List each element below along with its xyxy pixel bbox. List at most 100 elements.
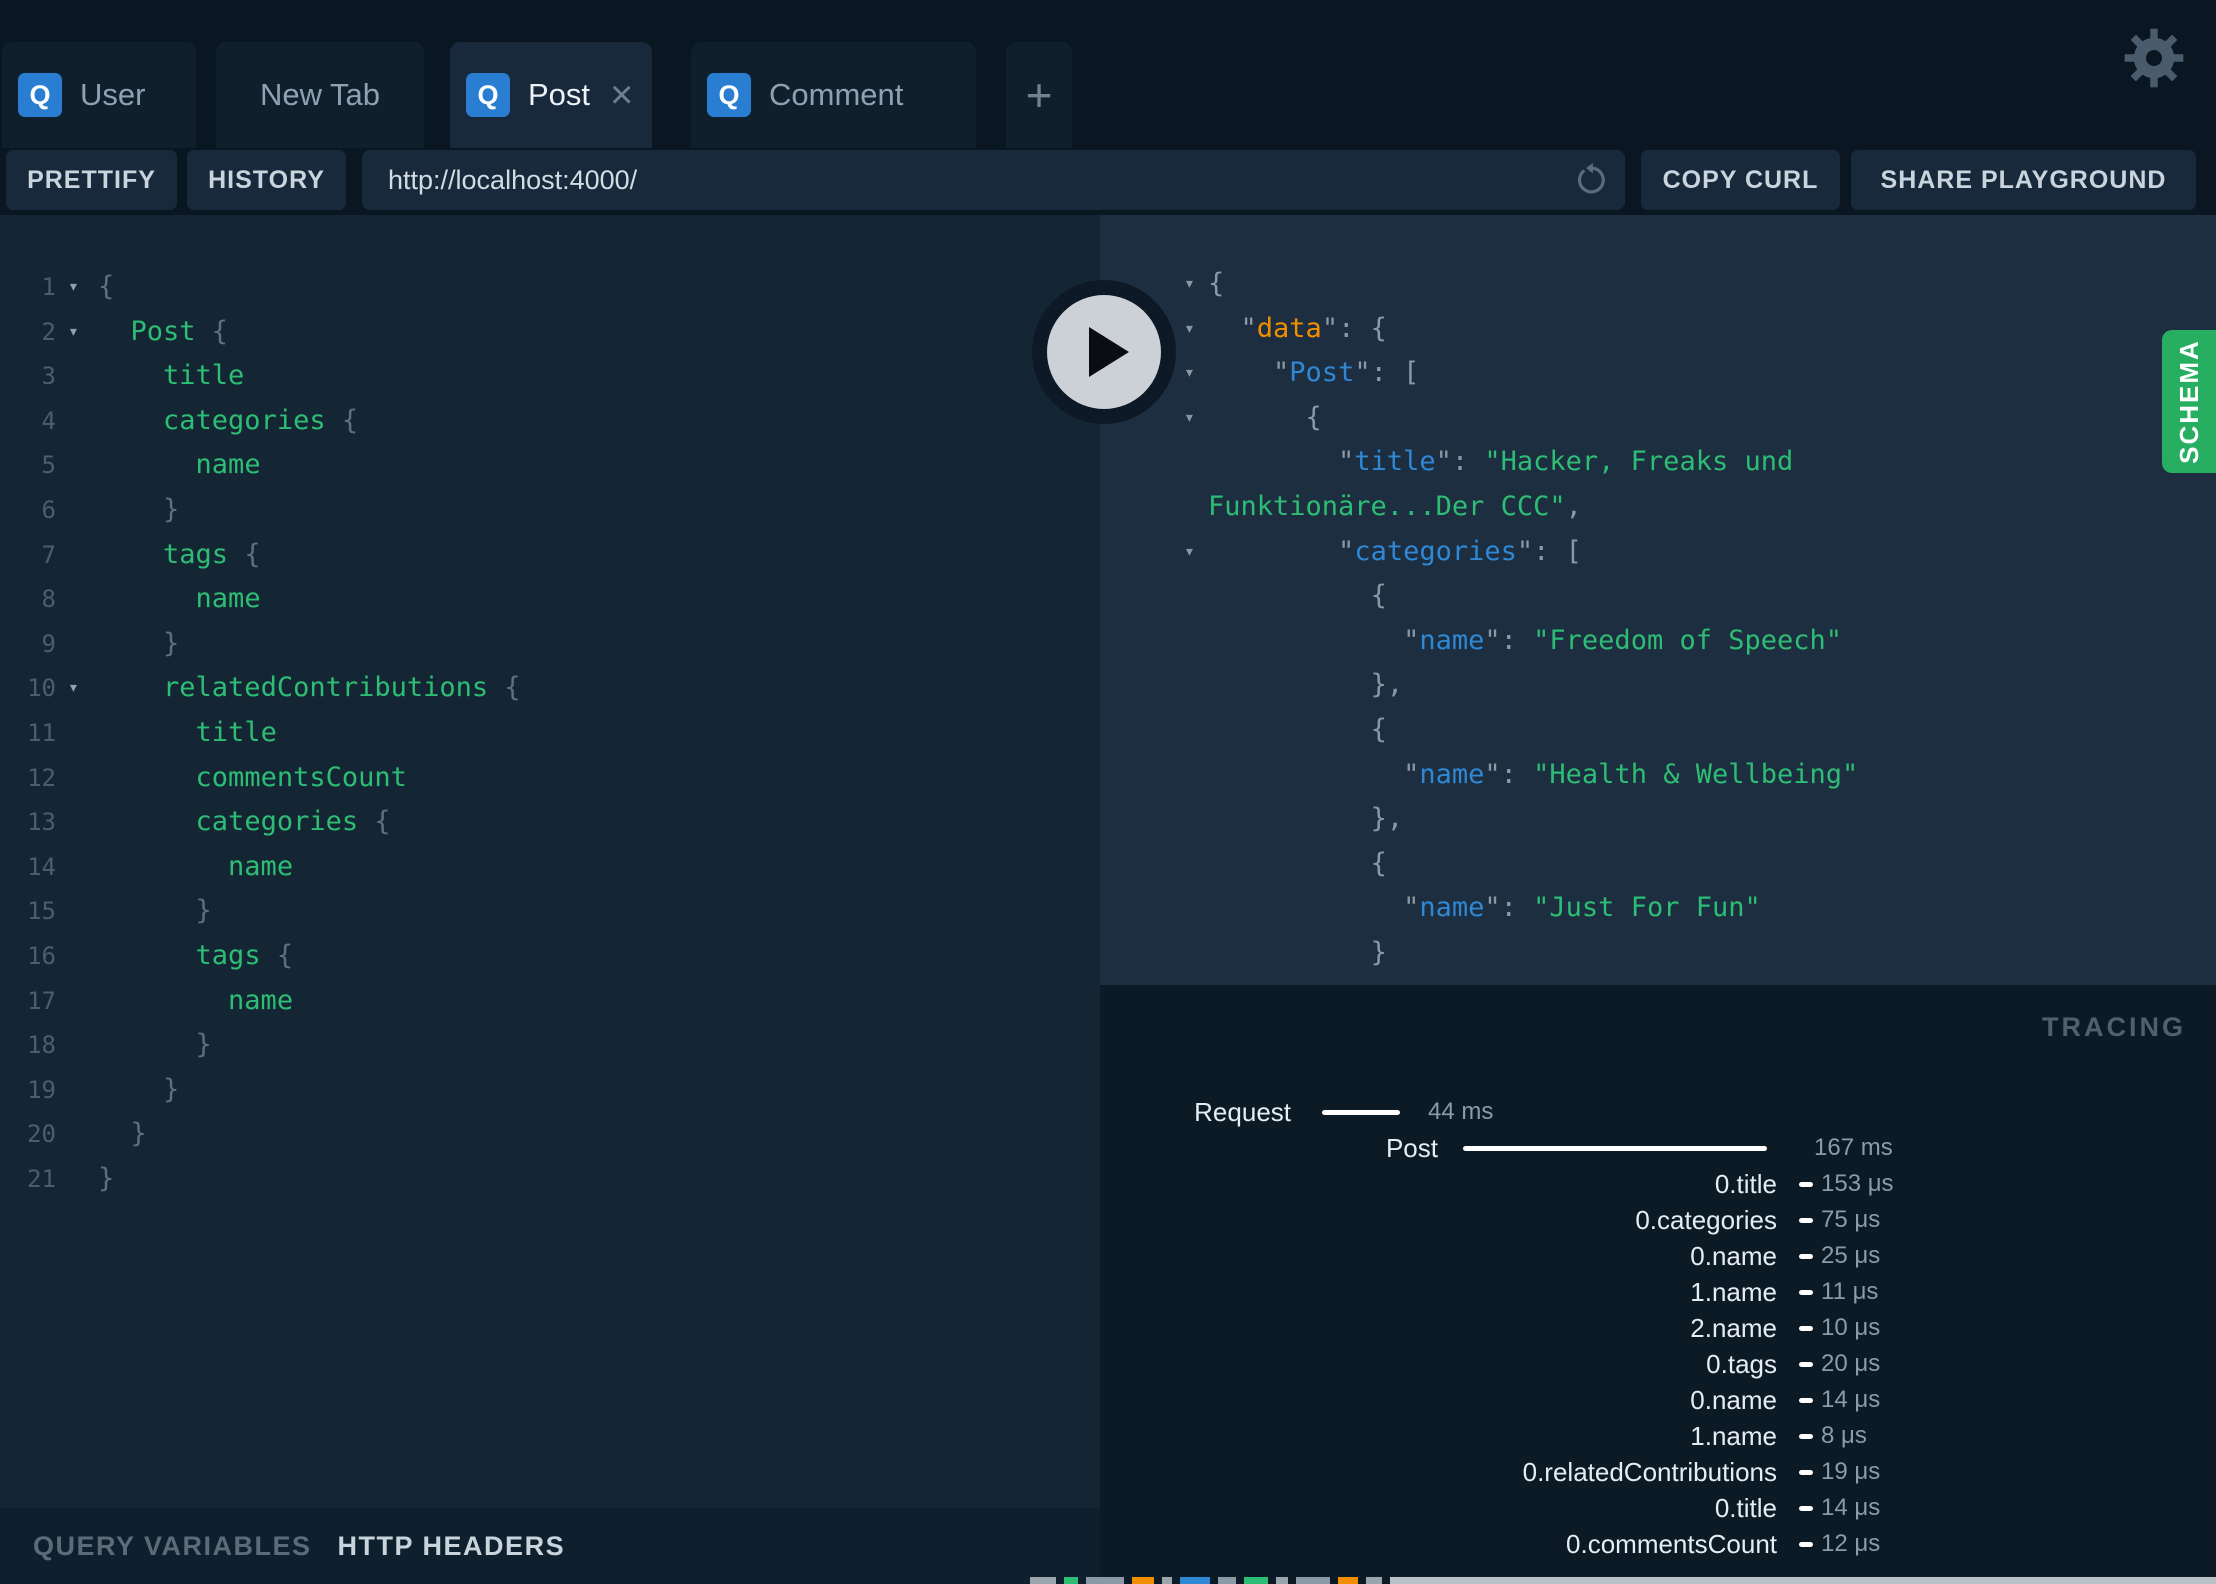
history-button[interactable]: HISTORY xyxy=(187,150,346,210)
fold-arrow-icon[interactable]: ▾ xyxy=(1184,262,1208,307)
tracing-row: 0.tags 20 μs xyxy=(1100,1346,2216,1382)
query-editor-pane[interactable]: 1 ▾{2 ▾ Post {3 title 4 categories {5 name 6… xyxy=(0,215,1100,1508)
editor-line[interactable]: 12 commentsCount xyxy=(0,756,1100,801)
code-text: commentsCount xyxy=(195,761,407,793)
fold-arrow-icon xyxy=(56,934,98,979)
fold-arrow-icon xyxy=(56,1112,98,1157)
tracing-row: 0.commentsCount 12 μs xyxy=(1100,1526,2216,1562)
editor-line[interactable]: 4 categories { xyxy=(0,399,1100,444)
scrollbar-strip[interactable] xyxy=(1390,1577,2216,1584)
fold-arrow-icon xyxy=(56,800,98,845)
tracing-row: 0.categories 75 μs xyxy=(1100,1202,2216,1238)
tracing-field-label: Request xyxy=(1194,1096,1291,1127)
editor-line[interactable]: 17 name xyxy=(0,979,1100,1024)
share-playground-button[interactable]: SHARE PLAYGROUND xyxy=(1851,150,2196,210)
tracing-row: 0.relatedContributions 19 μs xyxy=(1100,1454,2216,1490)
tracing-rows: Request 44 ms Post 167 ms 0.title 153 μs 0.cat… xyxy=(1100,1094,2216,1562)
schema-side-tab[interactable]: SCHEMA xyxy=(2162,330,2216,473)
tracing-field-label: 0.categories xyxy=(1635,1204,1777,1235)
code-text: } xyxy=(195,1029,212,1061)
fold-arrow-icon[interactable]: ▾ xyxy=(1184,351,1208,396)
tracing-duration-value: 153 μs xyxy=(1821,1170,1894,1197)
fold-arrow-icon xyxy=(56,399,98,444)
response-line: "name": "Freedom of Speech" xyxy=(1100,619,2216,664)
execute-query-button[interactable] xyxy=(1032,280,1176,424)
editor-line[interactable]: 20 } xyxy=(0,1112,1100,1157)
editor-line[interactable]: 10 ▾ relatedContributions { xyxy=(0,666,1100,711)
fold-arrow-icon[interactable]: ▾ xyxy=(56,310,98,355)
fold-arrow-icon xyxy=(56,756,98,801)
fold-arrow-icon[interactable]: ▾ xyxy=(56,666,98,711)
editor-line[interactable]: 1 ▾{ xyxy=(0,265,1100,310)
tracing-row: Post 167 ms xyxy=(1100,1130,2216,1166)
json-text: "name": "Just For Fun" xyxy=(1403,892,1761,924)
reload-endpoint-icon[interactable] xyxy=(1573,161,1611,199)
tracing-duration-value: 8 μs xyxy=(1821,1422,1867,1449)
fold-arrow-icon xyxy=(56,979,98,1024)
copy-curl-button[interactable]: COPY CURL xyxy=(1641,150,1840,210)
graphql-playground-window: Q User New Tab Q Post × Q Comment + PRET… xyxy=(0,0,2216,1584)
editor-line[interactable]: 13 categories { xyxy=(0,800,1100,845)
fold-arrow-icon xyxy=(56,577,98,622)
tracing-duration-bar xyxy=(1799,1181,1813,1187)
editor-line[interactable]: 14 name xyxy=(0,845,1100,890)
tab-user[interactable]: Q User xyxy=(2,42,196,148)
json-text: "data": { xyxy=(1240,312,1387,344)
line-number: 11 xyxy=(27,718,56,747)
code-text: title xyxy=(195,716,277,748)
tracing-field-label: 0.title xyxy=(1714,1492,1777,1523)
editor-line[interactable]: 18 } xyxy=(0,1023,1100,1068)
close-tab-icon[interactable]: × xyxy=(610,75,633,115)
line-number: 15 xyxy=(27,897,56,926)
fold-arrow-icon[interactable]: ▾ xyxy=(1184,530,1208,575)
fold-arrow-icon xyxy=(56,488,98,533)
endpoint-url-input[interactable] xyxy=(362,150,1625,210)
add-tab-button[interactable]: + xyxy=(1006,42,1072,148)
tracing-duration-value: 20 μs xyxy=(1821,1350,1881,1377)
response-line: ▾ "Post": [ xyxy=(1100,351,2216,396)
query-badge-icon: Q xyxy=(466,73,510,117)
editor-line[interactable]: 16 tags { xyxy=(0,934,1100,979)
json-text: } xyxy=(1370,936,1387,968)
fold-arrow-icon xyxy=(1184,931,1208,976)
fold-arrow-icon xyxy=(56,533,98,578)
line-number: 9 xyxy=(41,629,56,658)
tab-new-tab[interactable]: New Tab xyxy=(216,42,424,148)
plus-icon: + xyxy=(1025,69,1053,121)
tab-post[interactable]: Q Post × xyxy=(450,42,652,148)
http-headers-tab[interactable]: HTTP HEADERS xyxy=(338,1531,566,1562)
fold-arrow-icon[interactable]: ▾ xyxy=(1184,307,1208,352)
editor-line[interactable]: 15 } xyxy=(0,889,1100,934)
fold-arrow-icon xyxy=(1184,842,1208,887)
line-number: 2 xyxy=(41,317,56,346)
prettify-button[interactable]: PRETTIFY xyxy=(6,150,177,210)
editor-line[interactable]: 5 name xyxy=(0,443,1100,488)
tracing-row: 1.name 8 μs xyxy=(1100,1418,2216,1454)
fold-arrow-icon[interactable]: ▾ xyxy=(1184,396,1208,441)
line-number: 12 xyxy=(27,763,56,792)
editor-line[interactable]: 6 } xyxy=(0,488,1100,533)
endpoint-url-field xyxy=(362,150,1625,210)
fold-arrow-icon[interactable]: ▾ xyxy=(56,265,98,310)
editor-line[interactable]: 19 } xyxy=(0,1068,1100,1113)
editor-line[interactable]: 2 ▾ Post { xyxy=(0,310,1100,355)
tab-comment[interactable]: Q Comment xyxy=(691,42,976,148)
query-badge-icon: Q xyxy=(707,73,751,117)
fold-arrow-icon xyxy=(1184,976,1208,986)
settings-gear-icon[interactable] xyxy=(2122,26,2186,90)
fold-arrow-icon xyxy=(56,889,98,934)
editor-line[interactable]: 9 } xyxy=(0,622,1100,667)
tracing-duration-bar xyxy=(1322,1109,1400,1115)
editor-line[interactable]: 8 name xyxy=(0,577,1100,622)
editor-line[interactable]: 7 tags { xyxy=(0,533,1100,578)
line-number: 21 xyxy=(27,1164,56,1193)
response-line: }, xyxy=(1100,663,2216,708)
editor-line[interactable]: 11 title xyxy=(0,711,1100,756)
query-variables-tab[interactable]: QUERY VARIABLES xyxy=(33,1531,312,1562)
tracing-field-label: 1.name xyxy=(1690,1420,1777,1451)
code-text: tags { xyxy=(195,939,294,971)
editor-line[interactable]: 21} xyxy=(0,1157,1100,1202)
line-number: 19 xyxy=(27,1075,56,1104)
tracing-toggle[interactable]: TRACING xyxy=(2042,1012,2186,1043)
editor-line[interactable]: 3 title xyxy=(0,354,1100,399)
